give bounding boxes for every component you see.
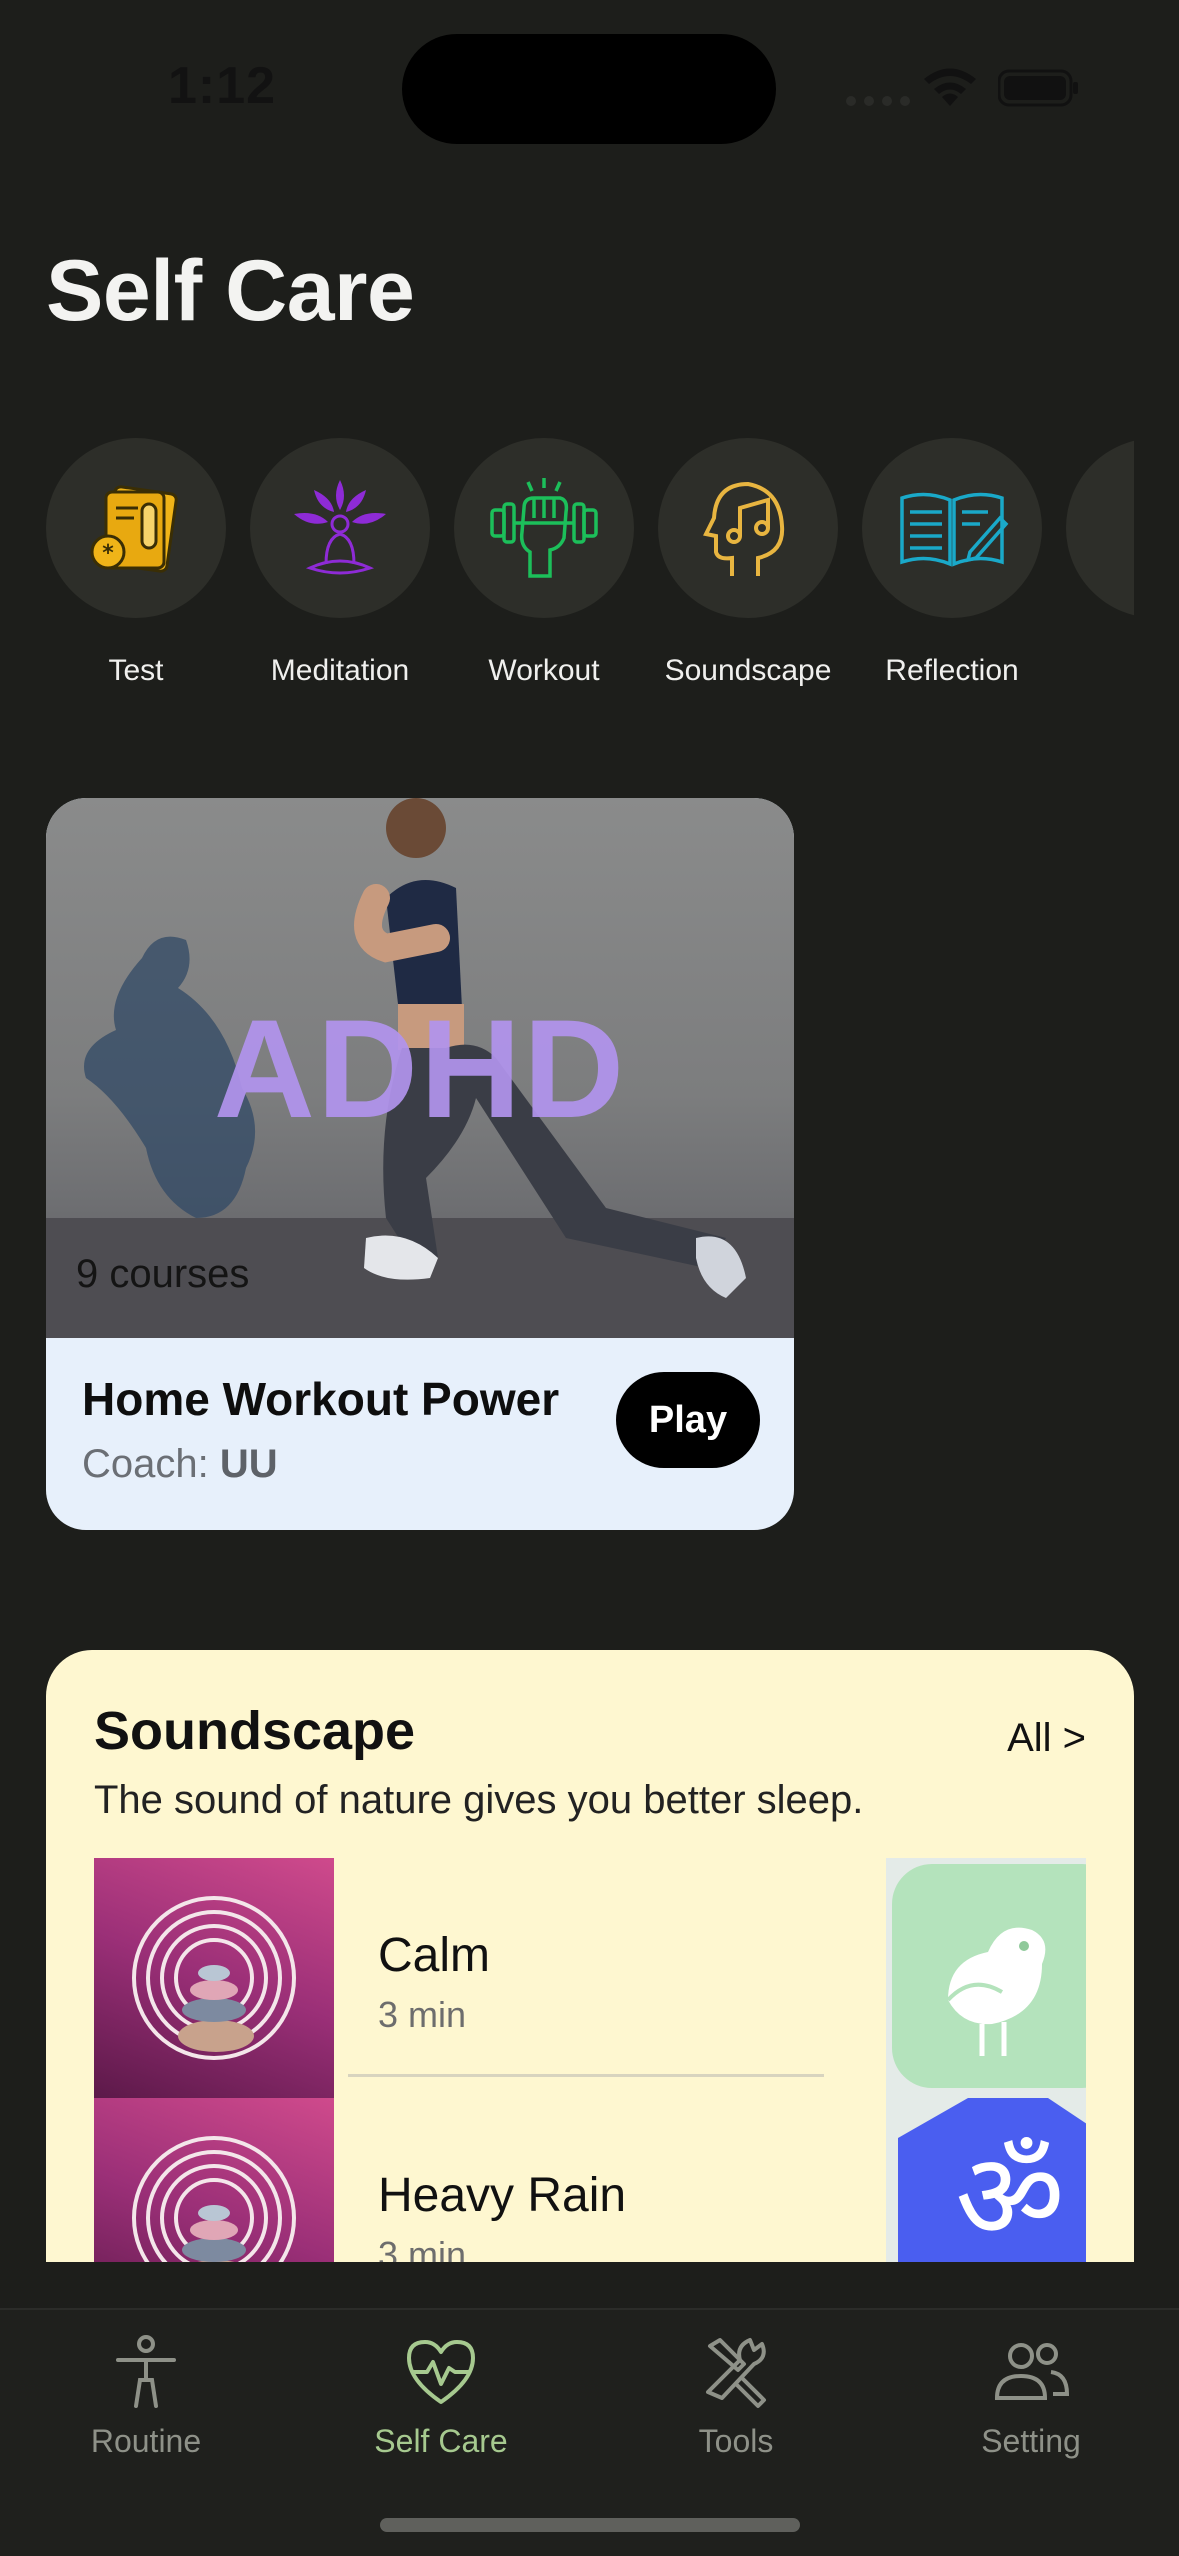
svg-text:*: * — [102, 541, 114, 566]
tab-label: Tools — [698, 2423, 774, 2459]
feature-tag: ADHD — [213, 990, 627, 1147]
meditation-lotus-icon — [250, 438, 430, 618]
workout-photo: ADHD 9 courses — [46, 798, 794, 1338]
play-button[interactable]: Play — [616, 1372, 760, 1468]
person-icon — [116, 2335, 176, 2408]
soundscape-all-link[interactable]: All > — [1007, 1716, 1086, 1761]
track-name: Heavy Rain — [378, 2169, 627, 2222]
coach-name: UU — [219, 1442, 278, 1486]
status-bar: 1:12 — [0, 0, 1179, 160]
track-thumbnail — [94, 2098, 334, 2262]
tools-icon — [706, 2338, 766, 2408]
soundscape-head-music-icon — [658, 438, 838, 618]
featured-course-card[interactable]: ADHD 9 courses Home Workout Power Coach:… — [46, 798, 794, 1530]
cellular-signal-icon — [846, 96, 910, 106]
category-reflection[interactable]: Reflection — [862, 438, 1042, 688]
soundscape-card: Soundscape All > The sound of nature giv… — [46, 1650, 1134, 2262]
category-label: Workout — [488, 654, 600, 687]
dynamic-island — [402, 34, 776, 144]
category-label: Soundscape — [664, 654, 832, 687]
track-duration: 3 min — [378, 2234, 467, 2262]
category-label: Test — [108, 654, 164, 687]
tab-setting[interactable]: Setting — [901, 2332, 1161, 2460]
heart-pulse-icon — [407, 2340, 475, 2404]
coach-line: Coach: UU — [82, 1442, 278, 1487]
category-workout[interactable]: Workout — [454, 438, 634, 688]
track-duration: 3 min — [378, 1994, 467, 2035]
track-thumbnail — [94, 1858, 334, 2098]
users-icon — [994, 2343, 1070, 2400]
category-label: S — [1046, 654, 1134, 688]
track-item[interactable]: Calm 3 min — [94, 1858, 864, 2098]
feature-title: Home Workout Power — [82, 1373, 560, 1425]
tab-self-care[interactable]: Self Care — [311, 2332, 571, 2460]
soundscape-subtitle: The sound of nature gives you better sle… — [94, 1778, 864, 1822]
workout-fist-dumbbell-icon — [454, 438, 634, 618]
category-label: Reflection — [885, 654, 1019, 687]
track-item[interactable]: Heavy Rain 3 min — [94, 2098, 864, 2262]
status-time: 1:12 — [168, 57, 277, 115]
category-label: Meditation — [270, 654, 410, 687]
om-app-icon[interactable]: ॐ — [898, 2098, 1086, 2262]
tab-label: Routine — [90, 2423, 202, 2459]
course-count: 9 courses — [76, 1252, 250, 1296]
battery-icon — [998, 69, 1078, 107]
tab-routine[interactable]: Routine — [16, 2332, 276, 2460]
bird-app-icon[interactable] — [892, 1864, 1086, 2088]
partial-category-icon — [1066, 438, 1134, 618]
svg-text:ॐ: ॐ — [955, 2128, 1064, 2262]
coach-label: Coach: — [82, 1442, 209, 1486]
home-indicator — [380, 2518, 800, 2532]
tab-label: Self Care — [374, 2423, 508, 2459]
soundscape-side-apps: ॐ — [886, 1858, 1086, 2262]
track-divider — [348, 2074, 824, 2077]
tab-label: Setting — [981, 2423, 1081, 2459]
reflection-book-icon — [862, 438, 1042, 618]
page-title: Self Care — [46, 243, 415, 339]
wifi-icon — [924, 68, 976, 106]
test-clipboard-icon: * — [46, 438, 226, 618]
tab-tools[interactable]: Tools — [606, 2332, 866, 2460]
category-test[interactable]: * Test — [46, 438, 226, 688]
category-meditation[interactable]: Meditation — [250, 438, 430, 688]
category-partial[interactable]: S — [1066, 438, 1134, 688]
category-soundscape[interactable]: Soundscape — [658, 438, 838, 688]
category-carousel[interactable]: * Test Meditation Workout Soundscape Ref… — [46, 438, 1134, 698]
soundscape-title: Soundscape — [94, 1701, 416, 1761]
track-name: Calm — [378, 1929, 491, 1982]
